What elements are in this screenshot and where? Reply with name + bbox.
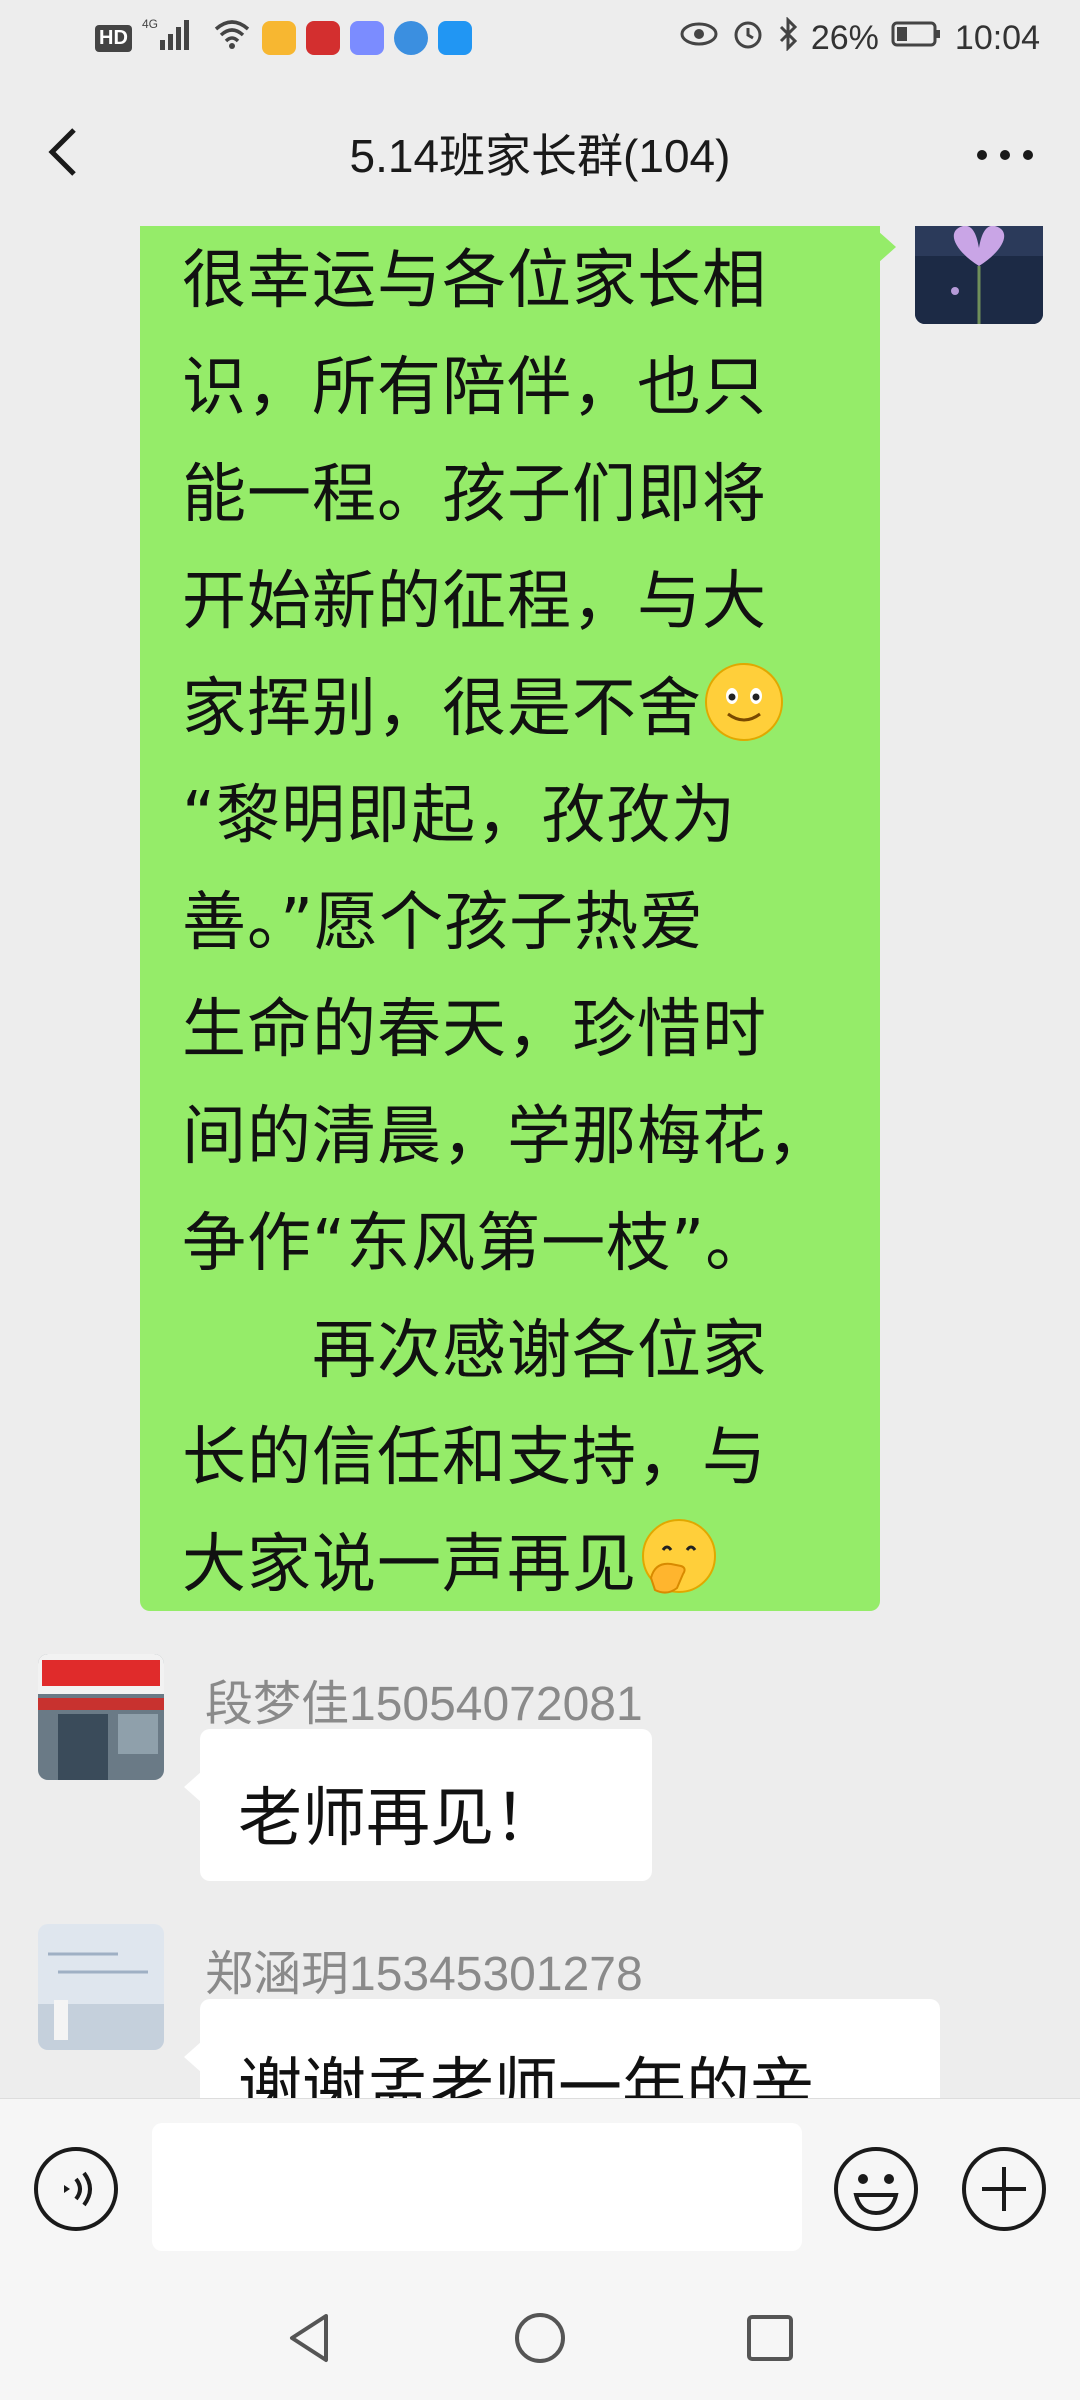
message-line: “黎明即起，孜孜为 <box>182 779 737 853</box>
message-input[interactable] <box>152 2123 802 2251</box>
sender-avatar[interactable] <box>38 1654 164 1780</box>
browser-app-icon <box>393 21 428 55</box>
smile-emoji-icon <box>705 663 783 741</box>
bubble-tail <box>184 1771 202 1803</box>
incoming-message-text: 谢谢孟老师一年的辛 <box>238 2052 814 2098</box>
message-line-with-emoji: 家挥别，很是不舍 <box>182 656 862 763</box>
nav-back-button[interactable] <box>280 2308 340 2368</box>
bubble-tail <box>184 2041 202 2073</box>
message-line: 长的信任和支持，与 <box>182 1421 767 1495</box>
square-recents-icon <box>747 2315 793 2361</box>
hand-over-mouth-emoji-icon <box>642 1519 716 1594</box>
bluetooth-icon <box>777 15 799 60</box>
outgoing-message-text: 很幸运与各位家长相 识，所有陪伴，也只 能一程。孩子们即将 开始新的征程，与大 … <box>182 228 862 1619</box>
status-left: HD 4G <box>95 16 472 61</box>
wifi-icon <box>212 17 252 60</box>
battery-icon <box>891 18 943 58</box>
incoming-message-bubble[interactable]: 老师再见！ <box>184 1729 652 1881</box>
incoming-message-text: 老师再见！ <box>238 1782 558 1856</box>
voice-icon <box>34 2147 118 2231</box>
more-dots-icon <box>977 150 1033 160</box>
my-avatar[interactable] <box>915 226 1043 324</box>
circle-home-icon <box>515 2313 565 2363</box>
message-line: 识，所有陪伴，也只 <box>182 351 767 425</box>
voice-button[interactable] <box>32 2145 120 2233</box>
app-notification-icon-2 <box>305 21 340 55</box>
network-type-label: 4G <box>142 17 158 31</box>
message-line: 争作“东风第一枝”。 <box>182 1207 771 1281</box>
message-line: 开始新的征程，与大 <box>182 565 767 639</box>
message-line: 间的清晨，学那梅花， <box>182 1100 832 1174</box>
message-line-with-emoji: 大家说一声再见 <box>182 1512 862 1619</box>
wechat-chat-screen: HD 4G 26% 10:04 5.14班家长群(104) 很幸运与各位家长相 … <box>0 0 1080 2400</box>
message-line: 家挥别，很是不舍 <box>182 672 702 746</box>
nav-recents-button[interactable] <box>740 2308 800 2368</box>
music-app-icon <box>349 21 384 55</box>
message-list[interactable]: 很幸运与各位家长相 识，所有陪伴，也只 能一程。孩子们即将 开始新的征程，与大 … <box>0 226 1080 2098</box>
nav-home-button[interactable] <box>510 2308 570 2368</box>
app-notification-icon-1 <box>261 21 296 55</box>
alarm-icon <box>731 17 765 60</box>
emoji-button[interactable] <box>832 2145 920 2233</box>
message-app-icon <box>437 21 472 55</box>
message-line: 很幸运与各位家长相 <box>182 244 767 318</box>
signal-icon: 4G <box>142 16 202 61</box>
message-line: 再次感谢各位家 <box>182 1314 767 1388</box>
triangle-back-icon <box>290 2314 328 2362</box>
message-line: 生命的春天，珍惜时 <box>182 993 767 1067</box>
status-right: 26% 10:04 <box>679 15 1040 60</box>
sender-name: 段梦佳15054072081 <box>205 1678 643 1731</box>
clock: 10:04 <box>954 18 1040 57</box>
message-line: 善。”愿个孩子热爱 <box>182 886 705 960</box>
hd-badge: HD <box>95 24 132 52</box>
message-line: 能一程。孩子们即将 <box>182 458 767 532</box>
sender-name: 郑涵玥15345301278 <box>205 1948 643 2001</box>
more-functions-button[interactable] <box>960 2145 1048 2233</box>
message-line: 大家说一声再见 <box>182 1528 637 1602</box>
chat-header: 5.14班家长群(104) <box>0 76 1080 226</box>
input-bar <box>0 2098 1080 2276</box>
system-nav-bar <box>0 2276 1080 2400</box>
battery-percent: 26% <box>810 18 879 57</box>
status-bar: HD 4G 26% 10:04 <box>0 0 1080 76</box>
chat-title: 5.14班家长群(104) <box>349 130 731 182</box>
outgoing-message-bubble[interactable]: 很幸运与各位家长相 识，所有陪伴，也只 能一程。孩子们即将 开始新的征程，与大 … <box>140 226 896 1611</box>
sender-avatar[interactable] <box>38 1924 164 2050</box>
incoming-message-bubble[interactable]: 谢谢孟老师一年的辛 <box>184 1999 940 2098</box>
bubble-tail <box>878 231 896 263</box>
emoji-icon <box>834 2147 918 2231</box>
more-button[interactable] <box>970 140 1040 170</box>
plus-icon <box>962 2147 1046 2231</box>
eye-icon <box>679 18 719 58</box>
